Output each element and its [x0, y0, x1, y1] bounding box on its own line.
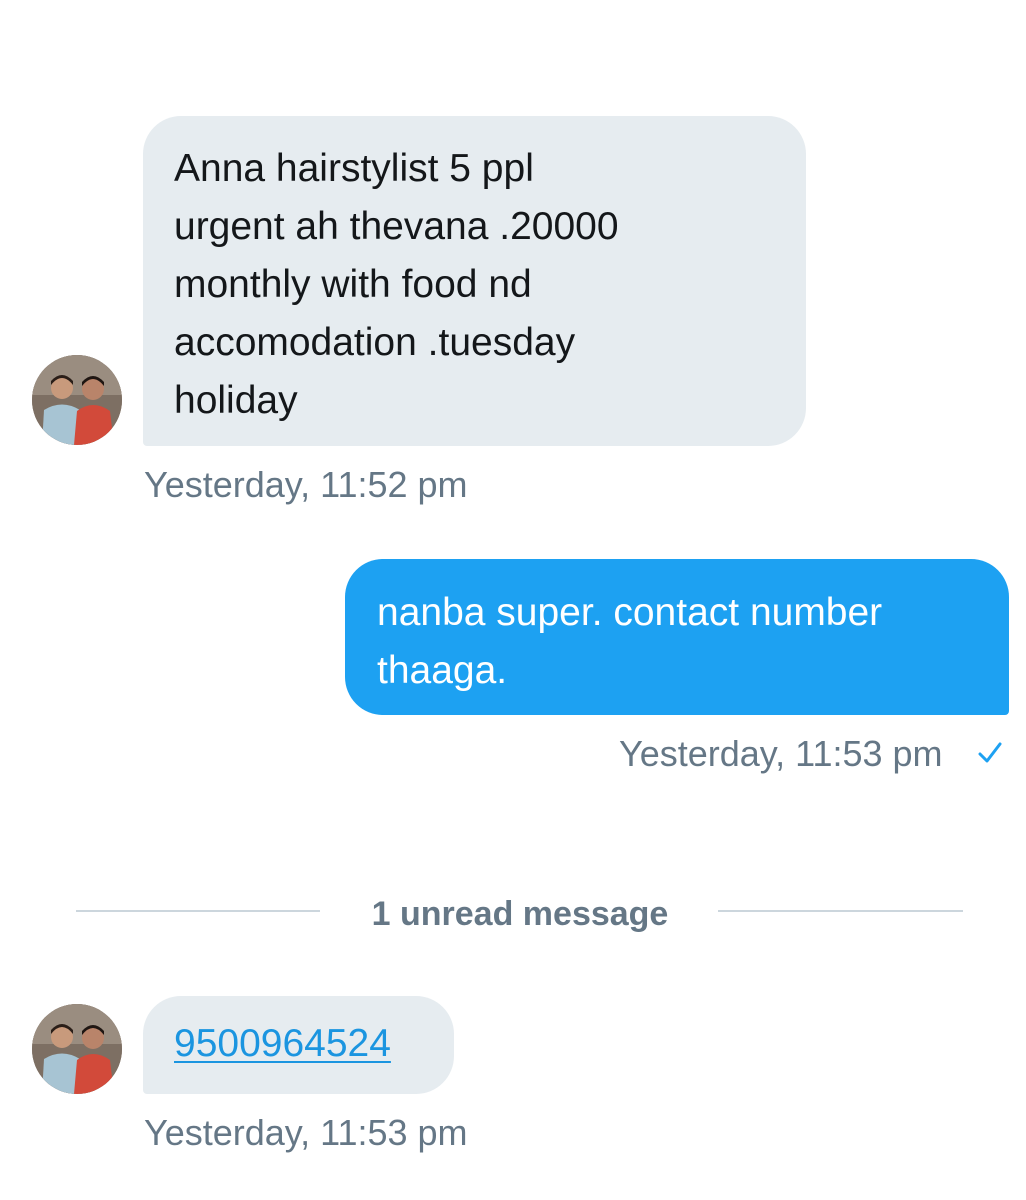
- unread-divider-label: 1 unread message: [371, 895, 669, 933]
- unread-divider-left-line: [76, 910, 320, 912]
- message-text-line: nanba super. contact number: [377, 591, 883, 634]
- avatar-photo-icon: [32, 355, 122, 445]
- incoming-message-bubble[interactable]: Anna hairstylist 5 ppl urgent ah thevana…: [143, 116, 806, 446]
- check-icon: [977, 740, 1003, 766]
- avatar-photo-icon: [32, 1004, 122, 1094]
- message-text-line: Anna hairstylist 5 ppl: [174, 147, 534, 190]
- incoming-message-bubble[interactable]: 9500964524: [143, 996, 454, 1094]
- message-text-line: accomodation .tuesday: [174, 321, 576, 364]
- message-timestamp: Yesterday, 11:53 pm: [619, 733, 943, 774]
- message-text-line: urgent ah thevana .20000: [174, 205, 619, 248]
- unread-divider-right-line: [718, 910, 963, 912]
- sender-avatar[interactable]: [32, 355, 122, 445]
- message-text-line: holiday: [174, 379, 298, 422]
- message-text-line: thaaga.: [377, 649, 508, 692]
- phone-number-link[interactable]: 9500964524: [174, 1015, 454, 1073]
- message-text-line: monthly with food nd: [174, 263, 532, 306]
- sender-avatar[interactable]: [32, 1004, 122, 1094]
- message-timestamp: Yesterday, 11:52 pm: [144, 464, 468, 505]
- outgoing-message-bubble[interactable]: nanba super. contact number thaaga.: [345, 559, 1009, 715]
- message-timestamp: Yesterday, 11:53 pm: [144, 1112, 468, 1153]
